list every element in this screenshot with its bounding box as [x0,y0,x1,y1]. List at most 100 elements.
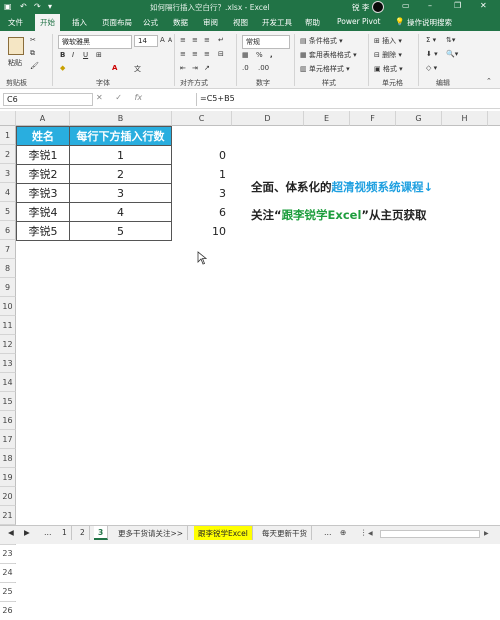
sheet-tab-3[interactable]: 3 [94,526,109,540]
fill-color-icon[interactable]: ◆ [60,64,65,72]
undo-icon[interactable]: ↶ [20,2,27,11]
find-select-icon[interactable]: 🔍▾ [446,50,458,58]
ribbon-display-icon[interactable]: ▭ [402,1,410,10]
tab-home[interactable]: 开始 [35,14,60,31]
orientation-icon[interactable]: ↗ [204,64,210,72]
more-sheets-icon[interactable]: … [40,526,56,540]
format-as-table-button[interactable]: ▦ 套用表格格式 ▾ [300,50,357,60]
merge-center-icon[interactable]: ⊟ [218,50,224,58]
table-cell[interactable]: 李锐5 [16,221,70,241]
c-value-cell[interactable]: 0 [166,149,226,162]
row-header[interactable]: 14 [0,373,16,392]
col-header-g[interactable]: G [396,111,442,126]
close-icon[interactable]: ✕ [480,1,487,10]
row-header[interactable]: 5 [0,202,16,221]
table-cell[interactable]: 李锐4 [16,202,70,222]
cut-icon[interactable]: ✂ [30,36,36,44]
align-top-icon[interactable]: ≡ [180,36,186,44]
table-cell[interactable]: 2 [69,164,172,184]
clear-icon[interactable]: ◇ ▾ [426,64,437,72]
formula-input[interactable]: =C5+B5 [196,93,496,106]
row-header[interactable]: 15 [0,392,16,411]
increase-indent-icon[interactable]: ⇥ [192,64,198,72]
new-sheet-icon[interactable]: ⊕ [336,526,350,540]
row-header[interactable]: 20 [0,487,16,506]
autosum-icon[interactable]: Σ ▾ [426,36,436,44]
comma-icon[interactable]: , [270,51,273,59]
tab-data[interactable]: 数据 [173,17,188,28]
sheet-tab-2[interactable]: 2 [76,526,90,540]
format-cells-button[interactable]: ▣ 格式 ▾ [374,64,403,74]
row-header[interactable]: 23 [0,544,16,558]
paste-icon[interactable] [8,37,24,55]
italic-icon[interactable]: I [72,51,74,59]
accounting-icon[interactable]: ▦ [242,51,249,59]
save-icon[interactable]: ▣ [4,2,12,11]
c-value-cell[interactable]: 10 [166,225,226,238]
row-header[interactable]: 18 [0,449,16,468]
align-left-icon[interactable]: ≡ [180,50,186,58]
cell-styles-button[interactable]: ▥ 单元格样式 ▾ [300,64,350,74]
minimize-icon[interactable]: – [428,1,432,10]
row-header[interactable]: 8 [0,259,16,278]
select-all-corner[interactable] [0,111,16,126]
tab-page-layout[interactable]: 页面布局 [102,17,132,28]
col-header-f[interactable]: F [350,111,396,126]
name-box[interactable]: C6 [3,93,93,106]
scroll-right-icon[interactable]: ▶ [484,530,492,538]
sort-filter-icon[interactable]: ⇅▾ [446,36,455,44]
align-center-icon[interactable]: ≡ [192,50,198,58]
conditional-formatting-button[interactable]: ▤ 条件格式 ▾ [300,36,343,46]
paste-button[interactable]: 粘贴 [8,58,22,68]
c-value-cell[interactable]: 3 [166,187,226,200]
sheet-tab-excel[interactable]: 跟李锐学Excel [194,526,253,540]
row-header[interactable]: 7 [0,240,16,259]
table-cell[interactable]: 李锐3 [16,183,70,203]
c-value-cell[interactable]: 1 [166,168,226,181]
sheet-tab-1[interactable]: 1 [58,526,72,540]
tab-view[interactable]: 视图 [233,17,248,28]
tab-formulas[interactable]: 公式 [143,17,158,28]
fx-icon[interactable]: fx [135,93,143,102]
row-header[interactable]: 9 [0,278,16,297]
align-right-icon[interactable]: ≡ [204,50,210,58]
redo-icon[interactable]: ↷ [34,2,41,11]
phonetic-icon[interactable]: 文 [134,64,141,74]
row-header[interactable]: 16 [0,411,16,430]
table-cell[interactable]: 李锐2 [16,164,70,184]
row-header[interactable]: 21 [0,506,16,525]
table-cell[interactable]: 5 [69,221,172,241]
bold-icon[interactable]: B [60,51,65,59]
font-size-select[interactable]: 14 [134,35,158,47]
prev-sheet-icon[interactable]: ◀ [4,526,18,540]
align-middle-icon[interactable]: ≡ [192,36,198,44]
scroll-left-icon[interactable]: ◀ [368,530,376,538]
tab-help[interactable]: 帮助 [305,17,320,28]
row-header[interactable]: 3 [0,164,16,183]
col-header-e[interactable]: E [304,111,350,126]
c-value-cell[interactable]: 6 [166,206,226,219]
worksheet-grid[interactable]: A B C D E F G H 1 2 3 4 5 6 7 8 9 10 11 12 13 14 15 16 1… [0,111,500,615]
tab-review[interactable]: 审阅 [203,17,218,28]
col-header-d[interactable]: D [232,111,304,126]
tab-power-pivot[interactable]: Power Pivot [337,17,380,26]
tell-me-search[interactable]: 操作说明搜索 [407,17,452,28]
row-header[interactable]: 10 [0,297,16,316]
wrap-text-icon[interactable]: ↵ [218,36,224,44]
row-header[interactable]: 1 [0,126,16,145]
sheet-tab-follow[interactable]: 更多干货请关注>> [114,526,189,540]
number-format-select[interactable]: 常规 [242,35,290,49]
font-color-icon[interactable]: A [112,64,117,72]
enter-icon[interactable]: ✓ [115,93,122,102]
table-cell[interactable]: 李锐1 [16,145,70,165]
collapse-ribbon-icon[interactable]: ⌃ [486,77,492,85]
row-header[interactable]: 12 [0,335,16,354]
row-header[interactable]: 4 [0,183,16,202]
row-header[interactable]: 17 [0,430,16,449]
delete-cells-button[interactable]: ⊟ 删除 ▾ [374,50,402,60]
table-cell[interactable]: 4 [69,202,172,222]
row-header[interactable]: 13 [0,354,16,373]
table-cell[interactable]: 3 [69,183,172,203]
underline-icon[interactable]: U [83,51,88,59]
percent-icon[interactable]: % [256,51,263,59]
